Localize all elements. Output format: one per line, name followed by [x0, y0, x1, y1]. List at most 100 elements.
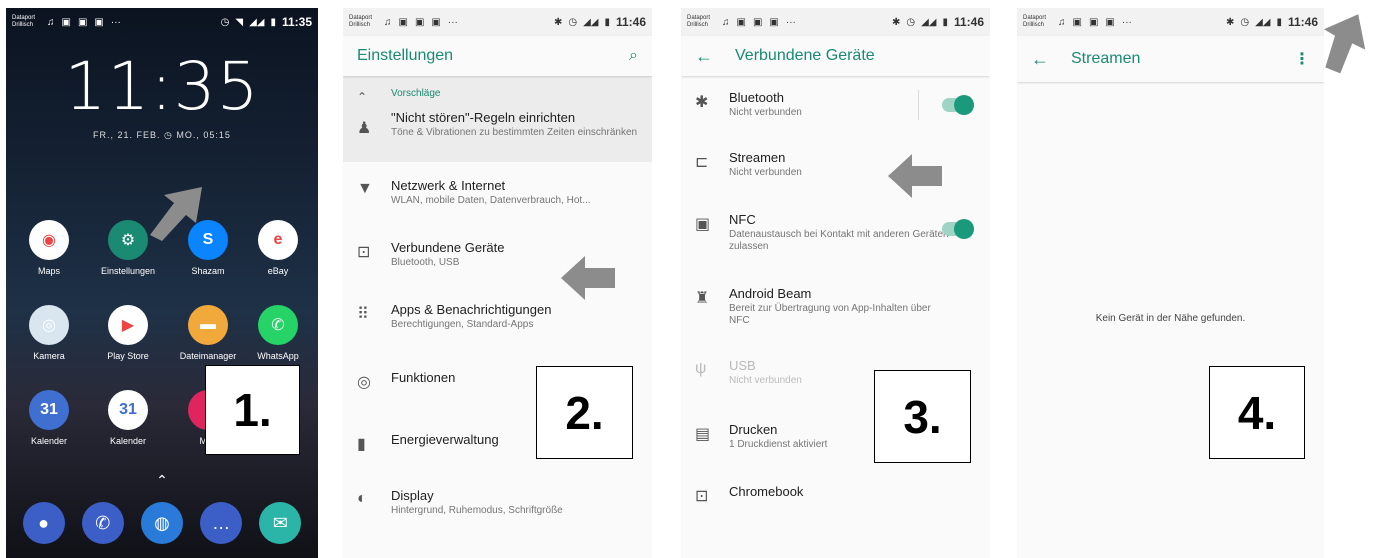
- back-arrow-icon[interactable]: ←: [695, 46, 713, 67]
- mail-icon[interactable]: ✉: [259, 502, 302, 544]
- play-store-icon: ▶: [108, 305, 148, 345]
- app-label: Play Store: [107, 351, 149, 361]
- notification-icon: ▣: [752, 16, 763, 28]
- contacts-icon[interactable]: ●: [22, 502, 65, 544]
- item-title: "Nicht stören"-Regeln einrichten: [391, 110, 576, 125]
- battery-icon: ▮: [604, 16, 610, 28]
- signal-icon: ◢◢: [1255, 16, 1271, 28]
- battery-icon: ▮: [270, 16, 276, 28]
- bluetooth-toggle[interactable]: [942, 95, 974, 115]
- status-time: 11:35: [281, 15, 312, 29]
- notification-icon: ▣: [431, 16, 441, 28]
- back-arrow-icon[interactable]: ←: [1031, 49, 1049, 70]
- list-item[interactable]: ♜ Android Beam Bereit zur Übertragung von …: [681, 272, 990, 344]
- browser-icon[interactable]: ◍: [140, 502, 183, 544]
- item-title: Verbundene Geräte: [391, 240, 505, 255]
- app-calendar[interactable]: 31 Kalender: [11, 390, 87, 446]
- item-subtitle: Nicht verbunden: [729, 107, 802, 118]
- app-maps[interactable]: ◉ Maps: [11, 220, 87, 276]
- gear-icon: ⚙: [108, 220, 148, 260]
- status-bar: Dataport Drillisch ♫ ▣ ▣ ▣ ··· ◷ ◥ ◢◢ ▮ 1…: [6, 8, 318, 36]
- item-title: Netzwerk & Internet: [391, 178, 506, 193]
- alarm-icon: ◷: [1240, 16, 1250, 28]
- app-drawer-caret-icon[interactable]: ⌃: [6, 472, 318, 489]
- status-time: 11:46: [1287, 15, 1318, 29]
- more-icon: ···: [1121, 16, 1132, 28]
- suggestions-label: Vorschläge: [391, 88, 441, 99]
- more-icon: ···: [447, 16, 458, 28]
- battery-icon: ▮: [357, 436, 366, 453]
- overflow-menu-icon[interactable]: ⋮: [1294, 49, 1310, 69]
- suggestions-section: ⌃ Vorschläge ♟ "Nicht stören"-Regeln ein…: [343, 76, 652, 162]
- printer-icon: ▤: [695, 426, 711, 443]
- empty-state-message: Kein Gerät in der Nähe gefunden.: [1095, 313, 1246, 324]
- pointer-arrow-icon: [1323, 14, 1366, 74]
- maps-icon: ◉: [29, 220, 69, 260]
- app-label: Maps: [37, 266, 60, 276]
- item-title: Bluetooth: [729, 90, 784, 105]
- connected-devices-screen: Dataport Drillisch ♫ ▣ ▣ ▣ ··· ✱ ◷ ◢◢ ▮ 1…: [681, 8, 990, 558]
- app-label: Dateimanager: [179, 351, 237, 361]
- list-item[interactable]: ✱ Bluetooth Nicht verbunden: [681, 76, 990, 136]
- notification-icon: ▣: [398, 16, 408, 28]
- page-title: Einstellungen: [357, 47, 454, 64]
- app-label: Einstellungen: [100, 266, 156, 276]
- pointer-arrow-icon: [561, 256, 615, 300]
- status-time: 11:46: [615, 15, 646, 29]
- list-item[interactable]: ▼ Netzwerk & Internet WLAN, mobile Daten, …: [343, 162, 652, 224]
- app-folder[interactable]: ▬ Dateimanager: [170, 305, 246, 361]
- app-whatsapp[interactable]: ✆ WhatsApp: [240, 305, 316, 361]
- divider: [918, 90, 919, 120]
- app-ebay[interactable]: e eBay: [240, 220, 316, 276]
- list-item[interactable]: ⊡ Chromebook: [681, 470, 990, 528]
- camera-icon: ◎: [29, 305, 69, 345]
- laptop-icon: ⊡: [695, 488, 709, 505]
- signal-icon: ◢◢: [249, 16, 265, 28]
- app-play-store[interactable]: ▶ Play Store: [90, 305, 166, 361]
- ebay-icon: e: [258, 220, 298, 260]
- item-title: NFC: [729, 212, 756, 227]
- status-bar: Dataport Drillisch ♫ ▣ ▣ ▣ ··· ✱ ◷ ◢◢ ▮ 1…: [1017, 8, 1324, 36]
- app-label: eBay: [267, 266, 289, 276]
- list-item[interactable]: ◐ Display Hintergrund, Ruhemodus, Schriftg…: [343, 472, 652, 534]
- app-calendar[interactable]: 31 Kalender: [90, 390, 166, 446]
- battery-icon: ▮: [1276, 16, 1282, 28]
- folder-icon: ▬: [188, 305, 228, 345]
- list-item[interactable]: ♟ "Nicht stören"-Regeln einrichten Töne &…: [343, 110, 652, 162]
- item-title: Chromebook: [729, 484, 804, 499]
- step-number-3: 3.: [874, 370, 971, 463]
- list-item[interactable]: ▣ NFC Datenaustausch bei Kontakt mit ander…: [681, 198, 990, 272]
- notification-icon: ▣: [414, 16, 425, 28]
- app-bar: ← Streamen ⋮: [1017, 36, 1324, 82]
- music-note-icon: ♫: [1058, 16, 1066, 28]
- notification-icon: ▣: [94, 16, 104, 28]
- app-label: Kalender: [109, 436, 147, 446]
- music-note-icon: ♫: [722, 16, 730, 28]
- item-title: Apps & Benachrichtigungen: [391, 302, 552, 317]
- features-icon: ◎: [357, 374, 371, 391]
- signal-icon: ◢◢: [921, 16, 937, 28]
- chevron-up-icon[interactable]: ⌃: [357, 88, 391, 104]
- messages-icon[interactable]: …: [200, 502, 243, 544]
- bluetooth-icon: ✱: [1225, 16, 1235, 28]
- suggestions-header[interactable]: ⌃ Vorschläge: [343, 76, 652, 110]
- item-subtitle: Bereit zur Übertragung von App-Inhalten …: [729, 303, 931, 326]
- notification-icon: ▣: [1072, 16, 1082, 28]
- settings-list: ▼ Netzwerk & Internet WLAN, mobile Daten, …: [343, 162, 652, 534]
- item-subtitle: Datenaustausch bei Kontakt mit anderen G…: [729, 229, 949, 252]
- app-bar: Einstellungen ⌕: [343, 36, 652, 76]
- app-bar: ← Verbundene Geräte: [681, 36, 990, 76]
- nfc-toggle[interactable]: [942, 219, 974, 239]
- notification-icon: ▣: [77, 16, 88, 28]
- brightness-icon: ◐: [357, 490, 367, 507]
- phone-icon[interactable]: ✆: [81, 502, 124, 544]
- dock: ● ✆ ◍ … ✉: [6, 502, 318, 544]
- apps-grid-icon: ⠿: [357, 306, 369, 323]
- app-camera[interactable]: ◎ Kamera: [11, 305, 87, 361]
- app-label: WhatsApp: [257, 351, 299, 361]
- carrier-label: Dataport Drillisch: [1023, 15, 1047, 28]
- signal-icon: ◢◢: [583, 16, 599, 28]
- nfc-icon: ▣: [695, 216, 711, 233]
- music-note-icon: ♫: [47, 16, 55, 28]
- search-icon[interactable]: ⌕: [629, 47, 638, 65]
